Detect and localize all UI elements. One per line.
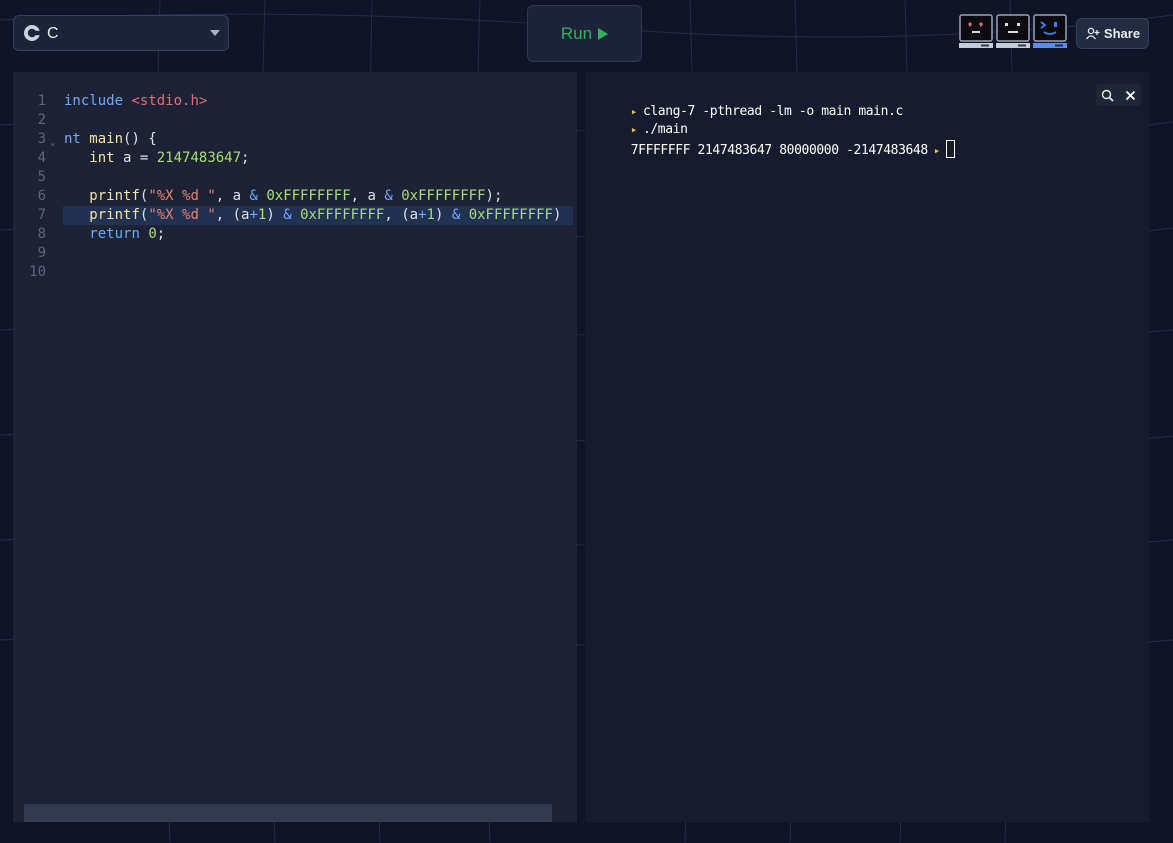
code-line[interactable]: [63, 263, 573, 282]
code-line[interactable]: [63, 111, 573, 130]
code-token: &: [283, 207, 292, 223]
avatar-neutral-icon[interactable]: [996, 14, 1030, 50]
code-token: 0xFFFFFFFF: [401, 188, 486, 204]
share-label: Share: [1103, 26, 1141, 41]
code-token: () {: [123, 131, 157, 147]
code-token: 0: [148, 226, 157, 242]
code-token: printf: [89, 207, 140, 223]
share-button[interactable]: Share: [1076, 18, 1149, 49]
line-number: 10: [29, 264, 46, 280]
line-number: 9: [37, 245, 46, 261]
code-token: 0xFFFFFFFF: [266, 188, 351, 204]
code-token: 1: [426, 207, 435, 223]
code-token: 2147483647: [156, 150, 242, 166]
code-token: +: [249, 207, 258, 223]
code-token: <stdio.h>: [131, 93, 208, 109]
run-button[interactable]: Run: [527, 5, 642, 62]
language-label: C: [47, 25, 59, 42]
avatar-heart-eyes-icon[interactable]: [959, 14, 993, 50]
code-token: return: [89, 226, 140, 242]
top-bar: C Run Share: [0, 0, 1173, 70]
terminal-line-output: 7FFFFFFF 2147483647 80000000 -2147483648…: [601, 125, 956, 173]
run-label: Run: [560, 23, 593, 43]
code-token: "%X %d ": [148, 188, 216, 204]
terminal-tools: [1096, 84, 1141, 106]
line-number: 7: [37, 207, 46, 223]
code-token: nt: [64, 131, 90, 147]
code-token: ): [266, 207, 284, 223]
code-token: int: [89, 150, 115, 166]
code-token: "%X %d ": [148, 207, 216, 223]
close-icon[interactable]: [1125, 90, 1136, 101]
code-token: , a: [350, 188, 385, 204]
code-line[interactable]: nt main() {: [63, 130, 573, 149]
add-user-icon: [1085, 27, 1100, 40]
code-line[interactable]: printf("%X %d ", a & 0xFFFFFFFF, a & 0xF…: [63, 187, 573, 206]
code-line[interactable]: printf("%X %d ", (a+1) & 0xFFFFFFFF, (a+…: [63, 206, 573, 225]
code-token: , (a: [384, 207, 419, 223]
prompt-icon: ▸: [933, 144, 941, 157]
code-token: ): [434, 207, 452, 223]
terminal-cursor: [946, 140, 956, 158]
avatar-wink-icon[interactable]: [1033, 14, 1067, 50]
code-token: , (a: [215, 207, 250, 223]
c-language-icon: [24, 25, 41, 41]
code-line[interactable]: include <stdio.h>: [63, 92, 573, 111]
search-icon[interactable]: [1101, 89, 1114, 102]
code-token: 0xFFFFFFFF: [300, 207, 385, 223]
code-line[interactable]: [63, 244, 573, 263]
code-token: &: [384, 188, 393, 204]
chevron-down-icon: [210, 30, 220, 36]
code-token: &: [451, 207, 461, 223]
code-area[interactable]: include <stdio.h> nt main() { int a = 214…: [63, 92, 573, 282]
line-number: 4: [37, 150, 46, 166]
code-line[interactable]: int a = 2147483647;: [63, 149, 573, 168]
line-number: 5: [37, 169, 46, 185]
code-token: ): [553, 207, 562, 223]
code-token: ;: [241, 150, 250, 166]
terminal-panel[interactable]: ▸ clang-7 -pthread -lm -o main main.c ▸ ./…: [585, 72, 1149, 822]
line-number: 3 ⌄: [13, 130, 59, 149]
play-icon: [598, 28, 609, 40]
code-token: +: [418, 207, 427, 223]
code-token: &: [249, 188, 258, 204]
line-number: 6: [37, 188, 46, 204]
code-line[interactable]: return 0;: [63, 225, 573, 244]
code-editor[interactable]: 1 2 3 ⌄ 4 5 6 7 8 9 10 include <stdio.h> nt main() …: [13, 72, 577, 822]
line-number-gutter: 1 2 3 ⌄ 4 5 6 7 8 9 10: [13, 92, 59, 282]
code-token: ;: [156, 226, 166, 242]
code-token: main: [89, 131, 124, 147]
code-token: 0xFFFFFFFF: [468, 207, 553, 223]
line-number: 2: [37, 112, 46, 128]
line-number: 1: [37, 93, 46, 109]
line-number: 8: [37, 226, 46, 242]
code-token: a =: [114, 150, 157, 166]
code-token: include: [64, 93, 132, 109]
code-token: , a: [215, 188, 250, 204]
code-token: printf: [89, 188, 140, 204]
horizontal-scrollbar[interactable]: [24, 804, 552, 822]
language-select[interactable]: C: [13, 15, 229, 51]
code-line[interactable]: [63, 168, 573, 187]
code-token: );: [485, 188, 503, 204]
